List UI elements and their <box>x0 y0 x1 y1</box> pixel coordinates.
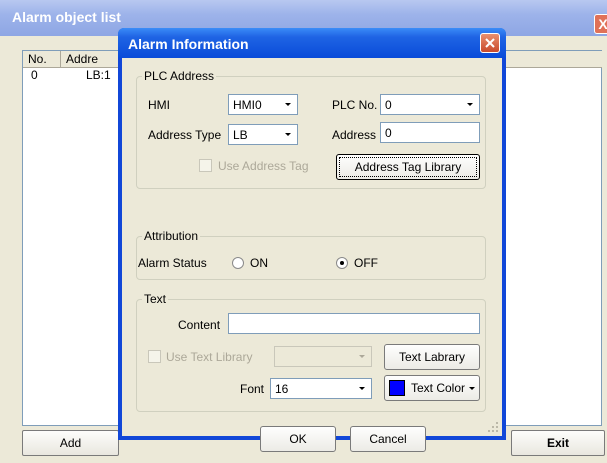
resize-grip-icon[interactable] <box>486 420 500 434</box>
text-color-swatch <box>389 380 405 396</box>
alarm-information-dialog: Alarm Information PLC Address HMI HMI0 P… <box>118 28 506 452</box>
use-text-library-checkbox[interactable] <box>148 350 161 363</box>
dialog-close-button[interactable] <box>480 33 500 53</box>
text-color-label: Text Color <box>411 381 466 395</box>
row-address-cell: LB:1 <box>86 68 111 82</box>
alarm-status-label: Alarm Status <box>138 256 207 270</box>
add-button[interactable]: Add <box>22 430 119 456</box>
column-header-no[interactable]: No. <box>23 51 61 68</box>
alarm-object-list-title: Alarm object list <box>12 9 121 25</box>
plc-address-legend: PLC Address <box>142 69 217 83</box>
font-label: Font <box>240 382 265 396</box>
text-library-button[interactable]: Text Labrary <box>384 344 480 370</box>
column-header-address[interactable]: Addre <box>61 51 121 68</box>
chevron-down-icon <box>279 125 297 144</box>
chevron-down-icon <box>461 95 479 114</box>
close-icon <box>485 38 495 48</box>
attribution-legend: Attribution <box>142 229 201 243</box>
font-select-value: 16 <box>275 382 289 396</box>
font-select[interactable]: 16 <box>270 378 372 399</box>
address-input-value: 0 <box>385 126 392 140</box>
alarm-information-titlebar: Alarm Information <box>118 28 506 58</box>
text-library-select[interactable] <box>274 346 372 367</box>
use-address-tag-label: Use Address Tag <box>218 159 309 173</box>
alarm-status-off-label: OFF <box>354 256 378 270</box>
alarm-information-title: Alarm Information <box>128 36 249 52</box>
content-label: Content <box>178 318 221 332</box>
alarm-status-on-radio[interactable] <box>232 257 244 269</box>
address-type-label: Address Type <box>148 128 222 142</box>
chevron-down-icon <box>279 95 297 114</box>
plc-no-select-value: 0 <box>385 98 392 112</box>
chevron-down-icon <box>465 376 479 400</box>
plc-no-select[interactable]: 0 <box>380 94 480 115</box>
address-label: Address <box>332 128 377 142</box>
address-type-select[interactable]: LB <box>228 124 298 145</box>
row-no-cell: 0 <box>31 68 38 82</box>
chevron-down-icon <box>353 379 371 398</box>
dialog-body: PLC Address HMI HMI0 PLC No. 0 Address T… <box>122 58 502 452</box>
address-type-select-value: LB <box>233 128 248 142</box>
text-legend: Text <box>142 292 169 306</box>
cancel-button[interactable]: Cancel <box>350 426 426 452</box>
address-tag-library-button[interactable]: Address Tag Library <box>336 154 480 180</box>
ok-button[interactable]: OK <box>260 426 336 452</box>
content-input[interactable] <box>228 313 480 334</box>
use-text-library-label: Use Text Library <box>166 350 253 364</box>
hmi-label: HMI <box>148 98 170 112</box>
hmi-select[interactable]: HMI0 <box>228 94 298 115</box>
alarm-object-list-close-button[interactable]: X <box>594 14 607 34</box>
text-color-button[interactable]: Text Color <box>384 375 480 401</box>
use-address-tag-checkbox[interactable] <box>199 159 212 172</box>
hmi-select-value: HMI0 <box>233 98 262 112</box>
chevron-down-icon <box>353 347 371 366</box>
plc-no-label: PLC No. <box>332 98 378 112</box>
alarm-status-on-label: ON <box>250 256 268 270</box>
alarm-status-off-radio[interactable] <box>336 257 348 269</box>
address-input[interactable]: 0 <box>380 122 480 143</box>
exit-button[interactable]: Exit <box>511 430 605 456</box>
